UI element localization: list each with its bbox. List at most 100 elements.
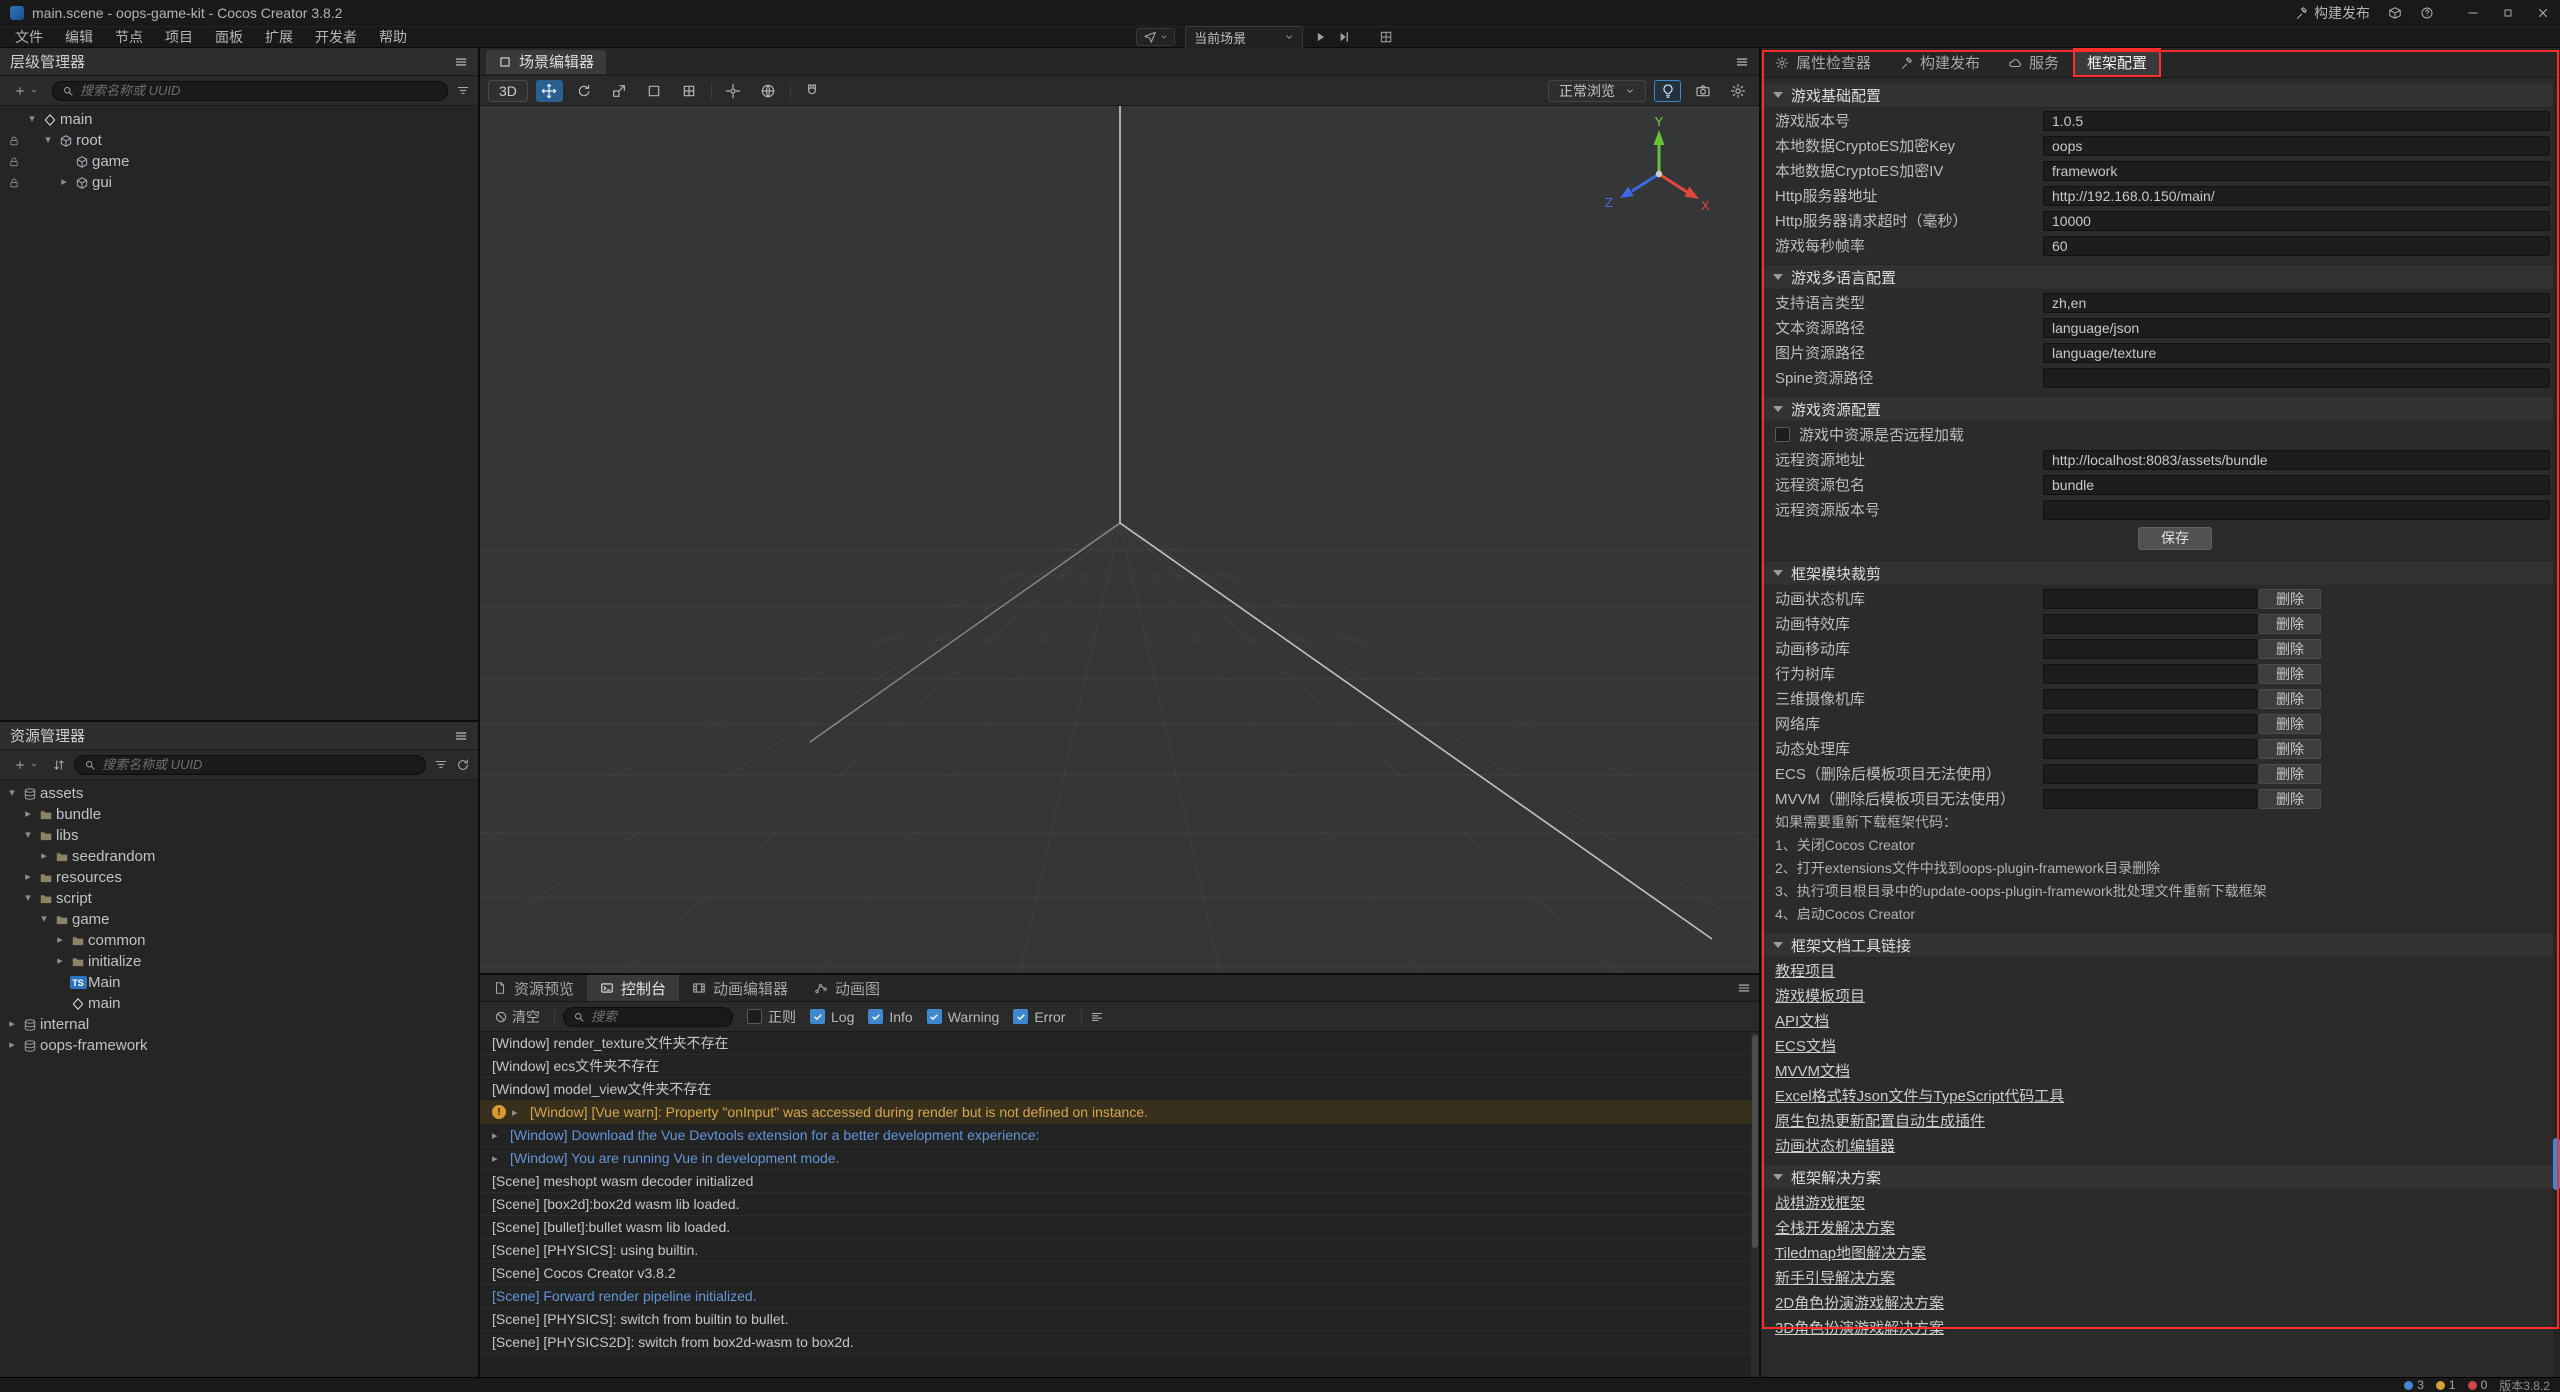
expand-arrow-icon[interactable]: ▸ <box>512 1106 524 1119</box>
module-delete-button[interactable]: 删除 <box>2259 664 2321 684</box>
hierarchy-search[interactable] <box>52 81 448 101</box>
console-log-row[interactable]: [Scene] [PHYSICS]: switch from builtin t… <box>480 1308 1759 1331</box>
module-delete-button[interactable]: 删除 <box>2259 764 2321 784</box>
doc-link[interactable]: MVVM文档 <box>1775 1060 1850 1081</box>
console-log-row[interactable]: [Scene] Cocos Creator v3.8.2 <box>480 1262 1759 1285</box>
property-input[interactable] <box>2043 500 2550 520</box>
snap-toggle-button[interactable] <box>799 80 826 102</box>
menu-project[interactable]: 项目 <box>154 27 204 47</box>
camera-preview-button[interactable] <box>1689 80 1716 102</box>
collapse-logs-icon[interactable] <box>1090 1010 1104 1024</box>
package-icon[interactable] <box>2388 6 2402 20</box>
info-count-badge[interactable]: 3 <box>2404 1378 2424 1392</box>
property-input[interactable] <box>2043 161 2550 181</box>
maximize-button[interactable] <box>2502 7 2514 19</box>
tree-row[interactable]: ▾game <box>0 909 478 930</box>
collapse-arrow-icon[interactable]: ▾ <box>4 783 20 804</box>
module-delete-button[interactable]: 删除 <box>2259 639 2321 659</box>
module-delete-button[interactable]: 删除 <box>2259 789 2321 809</box>
view-mode-select[interactable]: 正常浏览 <box>1548 80 1646 102</box>
menu-extension[interactable]: 扩展 <box>254 27 304 47</box>
console-log-row[interactable]: [Window] model_view文件夹不存在 <box>480 1078 1759 1101</box>
doc-link[interactable]: Excel格式转Json文件与TypeScript代码工具 <box>1775 1085 2064 1106</box>
tree-row[interactable]: ▸bundle <box>0 804 478 825</box>
scene-settings-button[interactable] <box>1724 80 1751 102</box>
doc-link[interactable]: ECS文档 <box>1775 1035 1836 1056</box>
info-checkbox[interactable] <box>868 1009 883 1024</box>
tree-row[interactable]: game <box>0 151 478 172</box>
save-button[interactable]: 保存 <box>2138 527 2212 550</box>
sort-icon[interactable] <box>52 758 66 772</box>
scene-editor-tab[interactable]: 场景编辑器 <box>486 50 606 74</box>
warning-count-badge[interactable]: 1 <box>2436 1378 2456 1392</box>
module-delete-button[interactable]: 删除 <box>2259 714 2321 734</box>
build-publish-button[interactable]: 构建发布 <box>2294 3 2370 23</box>
play-button[interactable] <box>1313 30 1327 44</box>
expand-arrow-icon[interactable]: ▸ <box>36 846 52 867</box>
console-scrollbar[interactable] <box>1751 1033 1759 1377</box>
move-tool-button[interactable] <box>536 80 563 102</box>
tree-row[interactable]: ▸initialize <box>0 951 478 972</box>
doc-link[interactable]: 原生包热更新配置自动生成插件 <box>1775 1110 1985 1131</box>
tree-row[interactable]: main <box>0 993 478 1014</box>
error-checkbox[interactable] <box>1013 1009 1028 1024</box>
help-icon[interactable] <box>2420 6 2434 20</box>
tree-row[interactable]: ▾root <box>0 130 478 151</box>
module-delete-button[interactable]: 删除 <box>2259 614 2321 634</box>
tree-row[interactable]: TSMain <box>0 972 478 993</box>
expand-arrow-icon[interactable]: ▸ <box>20 867 36 888</box>
tree-row[interactable]: ▸oops-framework <box>0 1035 478 1056</box>
section-module-trim[interactable]: 框架模块裁剪 <box>1761 560 2560 586</box>
clear-console-button[interactable]: 清空 <box>488 1005 546 1029</box>
property-input[interactable] <box>2043 450 2550 470</box>
property-input[interactable] <box>2043 343 2550 363</box>
collapse-arrow-icon[interactable]: ▾ <box>36 909 52 930</box>
expand-arrow-icon[interactable]: ▸ <box>492 1152 504 1165</box>
tab-property-inspector[interactable]: 属性检查器 <box>1761 48 1885 77</box>
scale-tool-button[interactable] <box>606 80 633 102</box>
collapse-arrow-icon[interactable]: ▾ <box>24 109 40 130</box>
console-log-row[interactable]: [Window] render_texture文件夹不存在 <box>480 1032 1759 1055</box>
solution-link[interactable]: 战棋游戏框架 <box>1775 1192 1865 1213</box>
console-log-row[interactable]: ▸[Window] You are running Vue in develop… <box>480 1147 1759 1170</box>
console-log-row[interactable]: !▸[Window] [Vue warn]: Property "onInput… <box>480 1101 1759 1124</box>
solution-link[interactable]: 新手引导解决方案 <box>1775 1267 1895 1288</box>
filter-icon[interactable] <box>434 758 448 772</box>
console-log-row[interactable]: [Scene] [PHYSICS]: using builtin. <box>480 1239 1759 1262</box>
panel-menu-icon[interactable] <box>454 55 468 69</box>
module-delete-button[interactable]: 删除 <box>2259 739 2321 759</box>
filter-info[interactable]: Info <box>868 1009 912 1025</box>
tab-animation-editor[interactable]: 动画编辑器 <box>679 975 801 1001</box>
section-basic-config[interactable]: 游戏基础配置 <box>1761 82 2560 108</box>
console-log-row[interactable]: [Scene] Forward render pipeline initiali… <box>480 1285 1759 1308</box>
property-input[interactable] <box>2043 136 2550 156</box>
property-input[interactable] <box>2043 475 2550 495</box>
solution-link[interactable]: 3D角色扮演游戏解决方案 <box>1775 1317 1944 1338</box>
regex-checkbox[interactable] <box>747 1009 762 1024</box>
console-search-input[interactable] <box>591 1009 723 1024</box>
tree-row[interactable]: ▾libs <box>0 825 478 846</box>
filter-icon[interactable] <box>456 84 470 98</box>
console-log-row[interactable]: [Scene] [bullet]:bullet wasm lib loaded. <box>480 1216 1759 1239</box>
collapse-arrow-icon[interactable]: ▾ <box>20 825 36 846</box>
solution-link[interactable]: 2D角色扮演游戏解决方案 <box>1775 1292 1944 1313</box>
tree-row[interactable]: ▸internal <box>0 1014 478 1035</box>
tab-build-publish[interactable]: 构建发布 <box>1885 48 1994 77</box>
inspector-scrollbar[interactable] <box>2553 78 2560 1377</box>
expand-arrow-icon[interactable]: ▸ <box>4 1014 20 1035</box>
tree-row[interactable]: ▸seedrandom <box>0 846 478 867</box>
create-asset-button[interactable] <box>8 757 44 773</box>
menu-developer[interactable]: 开发者 <box>304 27 368 47</box>
section-solutions[interactable]: 框架解决方案 <box>1761 1164 2560 1190</box>
property-input[interactable] <box>2043 293 2550 313</box>
console-search[interactable] <box>563 1007 733 1027</box>
close-button[interactable] <box>2536 6 2550 20</box>
console-log-row[interactable]: [Scene] [PHYSICS2D]: switch from box2d-w… <box>480 1331 1759 1354</box>
light-toggle-button[interactable] <box>1654 80 1681 102</box>
tree-row[interactable]: ▸gui <box>0 172 478 193</box>
assets-search-input[interactable] <box>102 757 416 772</box>
tree-row[interactable]: ▾assets <box>0 783 478 804</box>
assets-search[interactable] <box>74 755 426 775</box>
filter-log[interactable]: Log <box>810 1009 854 1025</box>
scene-viewport[interactable]: Y X Z <box>480 106 1759 973</box>
